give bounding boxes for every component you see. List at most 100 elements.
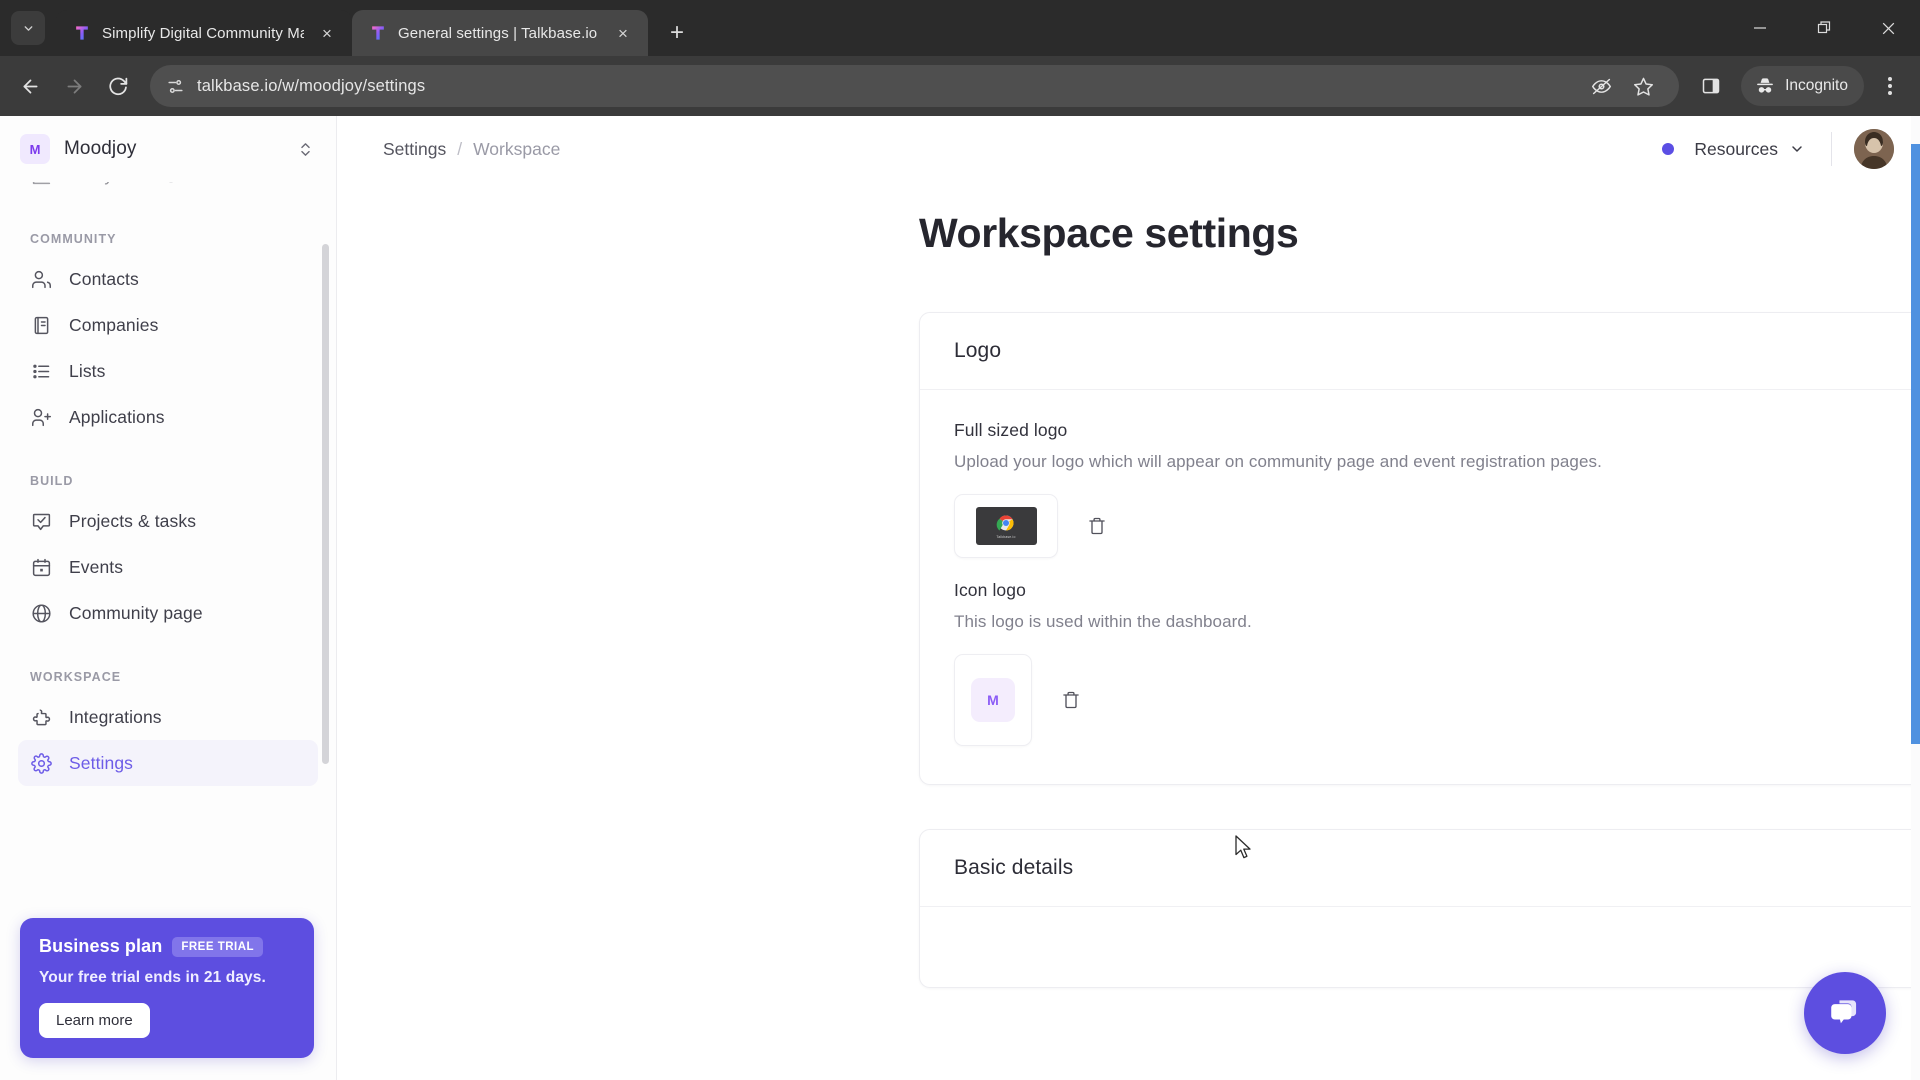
talkbase-icon xyxy=(368,23,388,43)
browser-tab-1[interactable]: Simplify Digital Community Ma × xyxy=(56,10,352,56)
users-icon xyxy=(30,268,52,290)
sidebar-item-settings[interactable]: Settings xyxy=(18,740,318,786)
logo-card-header: Logo xyxy=(920,313,1920,390)
tab-list-chevron-icon[interactable] xyxy=(11,11,45,45)
sidebar-item-label: Settings xyxy=(69,752,134,773)
close-window-button[interactable] xyxy=(1856,0,1920,56)
app-sidebar: M Moodjoy Analytics xyxy=(0,116,337,1080)
workspace-switcher[interactable]: M Moodjoy xyxy=(0,116,336,182)
bookmark-star-icon[interactable] xyxy=(1623,66,1663,106)
field-spacer xyxy=(954,558,1920,580)
page-title: Workspace settings xyxy=(919,210,1299,256)
browser-tab-2[interactable]: General settings | Talkbase.io × xyxy=(352,10,648,56)
sidebar-item-events[interactable]: Events xyxy=(18,544,318,590)
icon-logo-label: Icon logo xyxy=(954,580,1026,600)
breadcrumb-separator: / xyxy=(457,138,463,159)
breadcrumb: Settings / Workspace xyxy=(383,139,560,160)
full-sized-logo-preview: Talkbase.io xyxy=(975,507,1037,545)
icon-logo-upload-box[interactable]: M xyxy=(954,654,1032,746)
omnibox-actions xyxy=(1581,66,1663,106)
full-sized-logo-upload-box[interactable]: Talkbase.io xyxy=(954,494,1058,558)
sidebar-scrollbar-thumb[interactable] xyxy=(322,244,329,764)
content-inner: Workspace settings Logo Full sized logo … xyxy=(337,182,1920,988)
topbar-actions: Resources xyxy=(1662,129,1894,169)
sidebar-item-community-page[interactable]: Community page xyxy=(18,590,318,636)
sidebar-group-label-build: BUILD xyxy=(30,474,74,488)
window-controls xyxy=(1728,0,1920,56)
incognito-label: Incognito xyxy=(1785,77,1848,94)
incognito-indicator[interactable]: Incognito xyxy=(1741,66,1864,106)
browser-menu-icon[interactable] xyxy=(1870,66,1910,106)
site-settings-icon[interactable] xyxy=(166,77,185,96)
sidebar-item-label: Events xyxy=(69,556,124,577)
list-icon xyxy=(30,360,52,382)
logo-card-heading: Logo xyxy=(954,339,1002,362)
avatar[interactable] xyxy=(1854,129,1894,169)
sidebar-item-integrations[interactable]: Integrations xyxy=(18,694,318,740)
divider xyxy=(1831,132,1832,166)
sidebar-item-label: Integrations xyxy=(69,706,162,727)
minimize-button[interactable] xyxy=(1728,0,1792,56)
url-text: talkbase.io/w/moodjoy/settings xyxy=(197,76,426,95)
full-sized-logo-field: Full sized logo Upload your logo which w… xyxy=(954,420,1920,558)
learn-more-button[interactable]: Learn more xyxy=(39,1003,150,1038)
globe-icon xyxy=(30,602,52,624)
full-sized-logo-description: Upload your logo which will appear on co… xyxy=(954,452,1602,471)
notification-dot-icon[interactable] xyxy=(1662,143,1675,155)
user-plus-icon xyxy=(30,406,52,428)
plan-subtitle: Your free trial ends in 21 days. xyxy=(39,969,266,986)
settings-content: Workspace settings Logo Full sized logo … xyxy=(337,182,1920,1080)
workspace-initial-badge: M xyxy=(20,134,50,164)
delete-icon-logo-button[interactable] xyxy=(1054,683,1088,717)
breadcrumb-parent[interactable]: Settings xyxy=(383,139,446,160)
address-bar[interactable]: talkbase.io/w/moodjoy/settings xyxy=(150,65,1680,107)
sidebar-item-projects-tasks[interactable]: Projects & tasks xyxy=(18,498,318,544)
chevron-down-icon xyxy=(1789,141,1805,157)
icon-logo-preview: M xyxy=(971,678,1015,722)
talkbase-icon xyxy=(72,23,92,43)
basic-details-card-body xyxy=(920,907,1920,987)
sidebar-item-analytics[interactable]: Analytics xyxy=(18,182,318,198)
sidebar-item-label: Projects & tasks xyxy=(69,510,197,531)
forward-icon[interactable] xyxy=(54,66,94,106)
main-area: Settings / Workspace Resources Workspace… xyxy=(337,116,1920,1080)
logo-card: Logo Full sized logo Upload your logo wh… xyxy=(919,312,1920,785)
sidebar-item-contacts[interactable]: Contacts xyxy=(18,256,318,302)
calendar-icon xyxy=(30,556,52,578)
chat-widget-button[interactable] xyxy=(1804,972,1886,1054)
puzzle-icon xyxy=(30,706,52,728)
icon-logo-field: Icon logo This logo is used within the d… xyxy=(954,580,1920,746)
side-panel-icon[interactable] xyxy=(1691,66,1731,106)
chart-line-icon xyxy=(30,182,52,186)
delete-full-sized-logo-button[interactable] xyxy=(1080,509,1114,543)
building-icon xyxy=(30,314,52,336)
tab-strip: Simplify Digital Community Ma × General … xyxy=(0,0,1920,56)
logo-card-body: Full sized logo Upload your logo which w… xyxy=(920,390,1920,784)
close-icon[interactable]: × xyxy=(610,20,636,46)
full-sized-logo-label: Full sized logo xyxy=(954,420,1068,440)
basic-details-card-header: Basic details xyxy=(920,830,1920,907)
full-sized-logo-row: Talkbase.io xyxy=(954,494,1920,558)
sidebar-item-companies[interactable]: Companies xyxy=(18,302,318,348)
reload-icon[interactable] xyxy=(98,66,138,106)
page-scrollbar-thumb[interactable] xyxy=(1911,144,1920,744)
sidebar-item-label: Community page xyxy=(69,602,203,623)
close-icon[interactable]: × xyxy=(314,20,340,46)
chevron-updown-icon[interactable] xyxy=(297,141,314,158)
menu-dot xyxy=(1888,91,1892,95)
maximize-button[interactable] xyxy=(1792,0,1856,56)
sidebar-item-lists[interactable]: Lists xyxy=(18,348,318,394)
new-tab-button[interactable]: + xyxy=(658,14,696,52)
info-icon xyxy=(163,182,179,183)
page-viewport: M Moodjoy Analytics xyxy=(0,116,1920,1080)
browser-toolbar: talkbase.io/w/moodjoy/settings Incognito xyxy=(0,56,1920,116)
tracking-protection-icon[interactable] xyxy=(1581,66,1621,106)
back-icon[interactable] xyxy=(10,66,50,106)
tab-search-area xyxy=(0,0,56,56)
sidebar-item-applications[interactable]: Applications xyxy=(18,394,318,440)
resources-menu[interactable]: Resources xyxy=(1690,133,1809,166)
resources-label: Resources xyxy=(1694,138,1778,159)
check-square-icon xyxy=(30,510,52,532)
app-topbar: Settings / Workspace Resources xyxy=(337,116,1920,182)
plan-title: Business plan xyxy=(39,936,163,956)
